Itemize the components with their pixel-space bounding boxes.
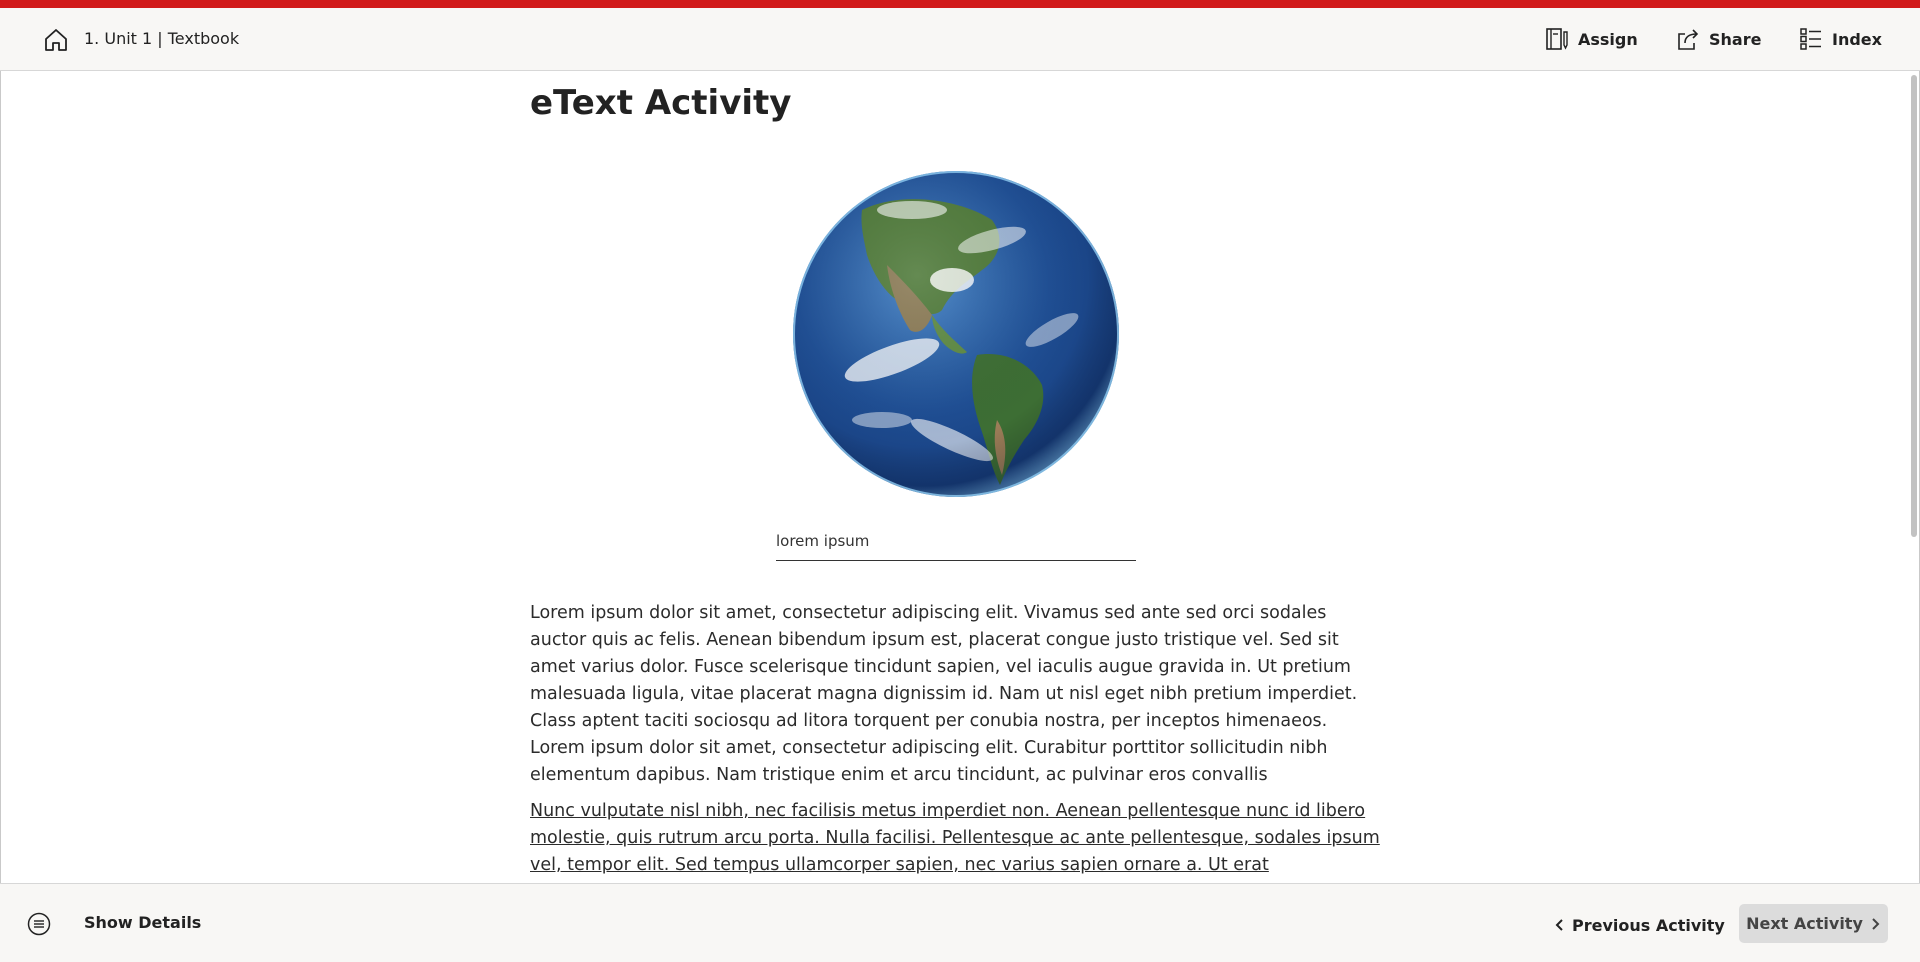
previous-activity-button[interactable]: Previous Activity (1554, 908, 1725, 942)
activity-content[interactable]: eText Activity lorem ipsum Lorem ipsum d… (0, 71, 1920, 883)
share-icon (1678, 29, 1699, 50)
list-icon (1800, 28, 1821, 50)
assign-icon (1546, 28, 1568, 50)
top-accent-stripe (0, 0, 1920, 8)
vertical-scrollbar[interactable] (1911, 75, 1917, 537)
body-paragraph-2-link[interactable]: Nunc vulputate nisl nibh, nec facilisis … (530, 798, 1380, 879)
show-details-button[interactable]: Show Details (84, 913, 201, 932)
share-label: Share (1709, 29, 1762, 49)
index-label: Index (1832, 29, 1882, 49)
next-activity-label: Next Activity (1746, 914, 1863, 933)
breadcrumb[interactable]: 1. Unit 1 | Textbook (84, 28, 239, 50)
index-button[interactable]: Index (1798, 24, 1882, 54)
chevron-right-icon (1872, 917, 1880, 930)
previous-activity-label: Previous Activity (1572, 915, 1725, 935)
body-paragraph-1: Lorem ipsum dolor sit amet, consectetur … (530, 603, 1358, 785)
chevron-left-icon (1555, 919, 1563, 931)
earth-globe-image (793, 171, 1119, 497)
bottom-footer: Show Details Previous Activity Next Acti… (0, 883, 1920, 962)
next-activity-button[interactable]: Next Activity (1739, 904, 1888, 943)
assign-button[interactable]: Assign (1544, 24, 1638, 54)
page-title: eText Activity (530, 83, 792, 123)
image-caption-field[interactable] (776, 530, 1136, 561)
home-icon[interactable] (42, 26, 70, 54)
top-header: 1. Unit 1 | Textbook Assign Share Index (0, 8, 1920, 71)
details-icon[interactable] (27, 912, 51, 936)
share-button[interactable]: Share (1675, 24, 1761, 54)
assign-label: Assign (1578, 29, 1638, 49)
